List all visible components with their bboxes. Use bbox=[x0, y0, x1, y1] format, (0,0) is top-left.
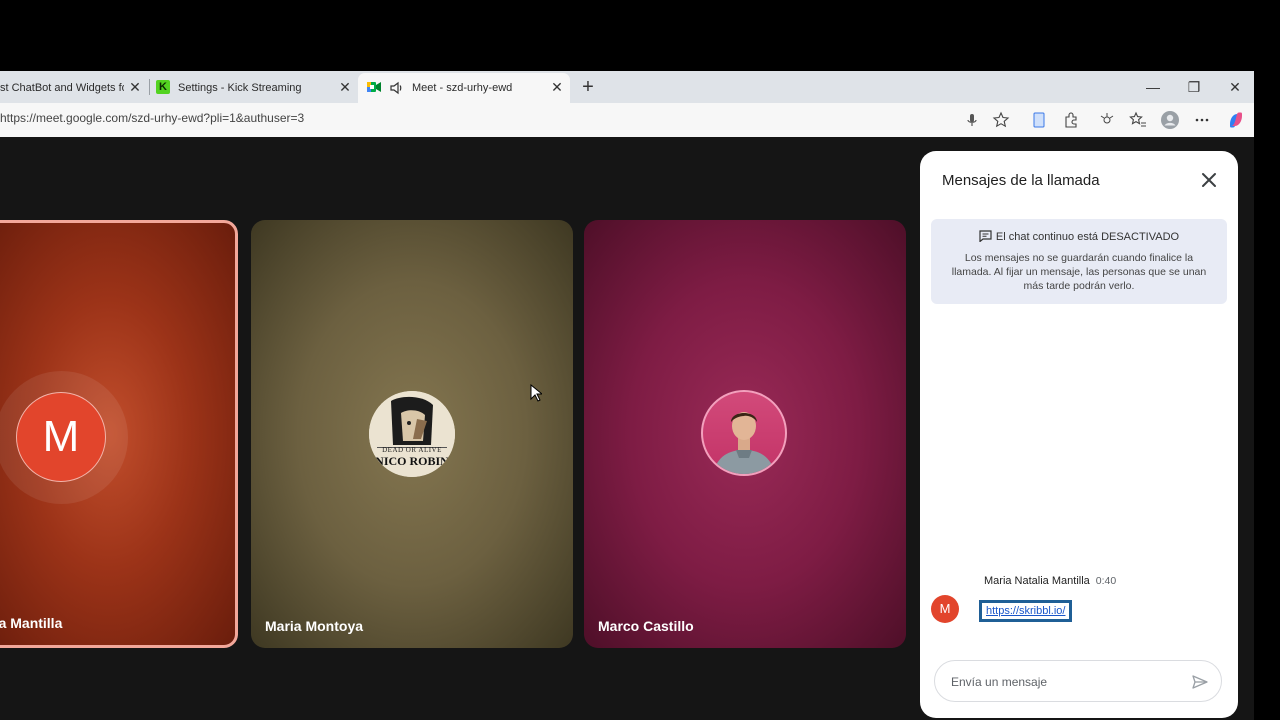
message-sender: Maria Natalia Mantilla bbox=[984, 575, 1090, 587]
message-input[interactable] bbox=[949, 672, 1183, 692]
message-time: 0:40 bbox=[1095, 575, 1117, 587]
participant-name: Marco Castillo bbox=[598, 618, 694, 634]
copilot-icon[interactable] bbox=[1226, 110, 1246, 130]
send-icon[interactable] bbox=[1191, 673, 1209, 691]
minimize-button[interactable]: — bbox=[1139, 77, 1167, 97]
profile-avatar-icon[interactable] bbox=[1160, 110, 1180, 130]
avatar: M bbox=[16, 392, 106, 482]
panel-title: Mensajes de la llamada bbox=[942, 172, 1100, 189]
tab-close-icon[interactable]: ✕ bbox=[128, 80, 142, 94]
tab-kick-settings[interactable]: K Settings - Kick Streaming ✕ bbox=[150, 73, 358, 103]
participant-name: Maria Montoya bbox=[265, 618, 364, 634]
maximize-button[interactable]: ❐ bbox=[1180, 77, 1208, 97]
desktop-background bbox=[1254, 71, 1280, 720]
tab-close-icon[interactable]: ✕ bbox=[338, 80, 352, 94]
microphone-icon[interactable] bbox=[962, 110, 982, 130]
message-link[interactable]: https://skribbl.io/ bbox=[979, 600, 1073, 622]
more-options-icon[interactable] bbox=[1192, 110, 1212, 130]
speaker-icon[interactable] bbox=[389, 80, 405, 96]
tab-chatbot[interactable]: st ChatBot and Widgets for ✕ bbox=[0, 73, 148, 103]
tab-close-icon[interactable]: ✕ bbox=[550, 80, 564, 94]
avatar: DEAD OR ALIVE NICO ROBIN bbox=[369, 391, 455, 477]
url-field[interactable]: https://meet.google.com/szd-urhy-ewd?pli… bbox=[0, 111, 304, 125]
participant-tile[interactable]: Marco Castillo bbox=[584, 220, 906, 648]
poster-caption: NICO ROBIN bbox=[375, 454, 449, 468]
chat-bubble-icon bbox=[979, 230, 992, 242]
tab-title: Meet - szd-urhy-ewd bbox=[412, 82, 513, 94]
tab-title: st ChatBot and Widgets for bbox=[0, 82, 124, 94]
kick-icon: K bbox=[156, 80, 170, 94]
browser-window: st ChatBot and Widgets for ✕ K Settings … bbox=[0, 71, 1254, 720]
favorite-star-icon[interactable] bbox=[991, 110, 1011, 130]
tab-title: Settings - Kick Streaming bbox=[178, 82, 302, 94]
performance-icon[interactable] bbox=[1097, 110, 1117, 130]
continuous-chat-notice: El chat continuo está DESACTIVADO Los me… bbox=[931, 219, 1227, 304]
close-icon[interactable] bbox=[1198, 169, 1220, 191]
notice-heading-text: El chat continuo está DESACTIVADO bbox=[995, 231, 1180, 243]
mouse-cursor-icon bbox=[530, 384, 542, 402]
extensions-icon[interactable] bbox=[1061, 110, 1081, 130]
address-bar: https://meet.google.com/szd-urhy-ewd?pli… bbox=[0, 103, 1254, 138]
favorites-icon[interactable] bbox=[1128, 110, 1148, 130]
participant-tile[interactable]: DEAD OR ALIVE NICO ROBIN Maria Montoya bbox=[251, 220, 573, 648]
notice-body: Los mensajes no se guardarán cuando fina… bbox=[951, 252, 1207, 292]
avatar bbox=[701, 390, 787, 476]
message-header: Maria Natalia Mantilla 0:40 bbox=[984, 575, 1116, 587]
google-meet-icon bbox=[367, 82, 381, 92]
new-tab-button[interactable]: + bbox=[578, 77, 598, 97]
profile-photo bbox=[713, 412, 775, 474]
avatar: M bbox=[931, 595, 959, 623]
tab-bar: st ChatBot and Widgets for ✕ K Settings … bbox=[0, 71, 1254, 103]
reading-view-icon[interactable] bbox=[1029, 110, 1049, 130]
participant-name: alia Mantilla bbox=[0, 615, 63, 631]
tab-meet[interactable]: Meet - szd-urhy-ewd ✕ bbox=[358, 73, 570, 103]
participant-tile[interactable]: M alia Mantilla bbox=[0, 220, 238, 648]
notice-heading: El chat continuo está DESACTIVADO bbox=[931, 230, 1227, 243]
poster-caption: DEAD OR ALIVE bbox=[382, 446, 442, 454]
window-close-button[interactable]: ✕ bbox=[1221, 77, 1249, 97]
chat-panel: Mensajes de la llamada El chat continuo … bbox=[920, 151, 1238, 718]
message-composer bbox=[934, 660, 1222, 702]
